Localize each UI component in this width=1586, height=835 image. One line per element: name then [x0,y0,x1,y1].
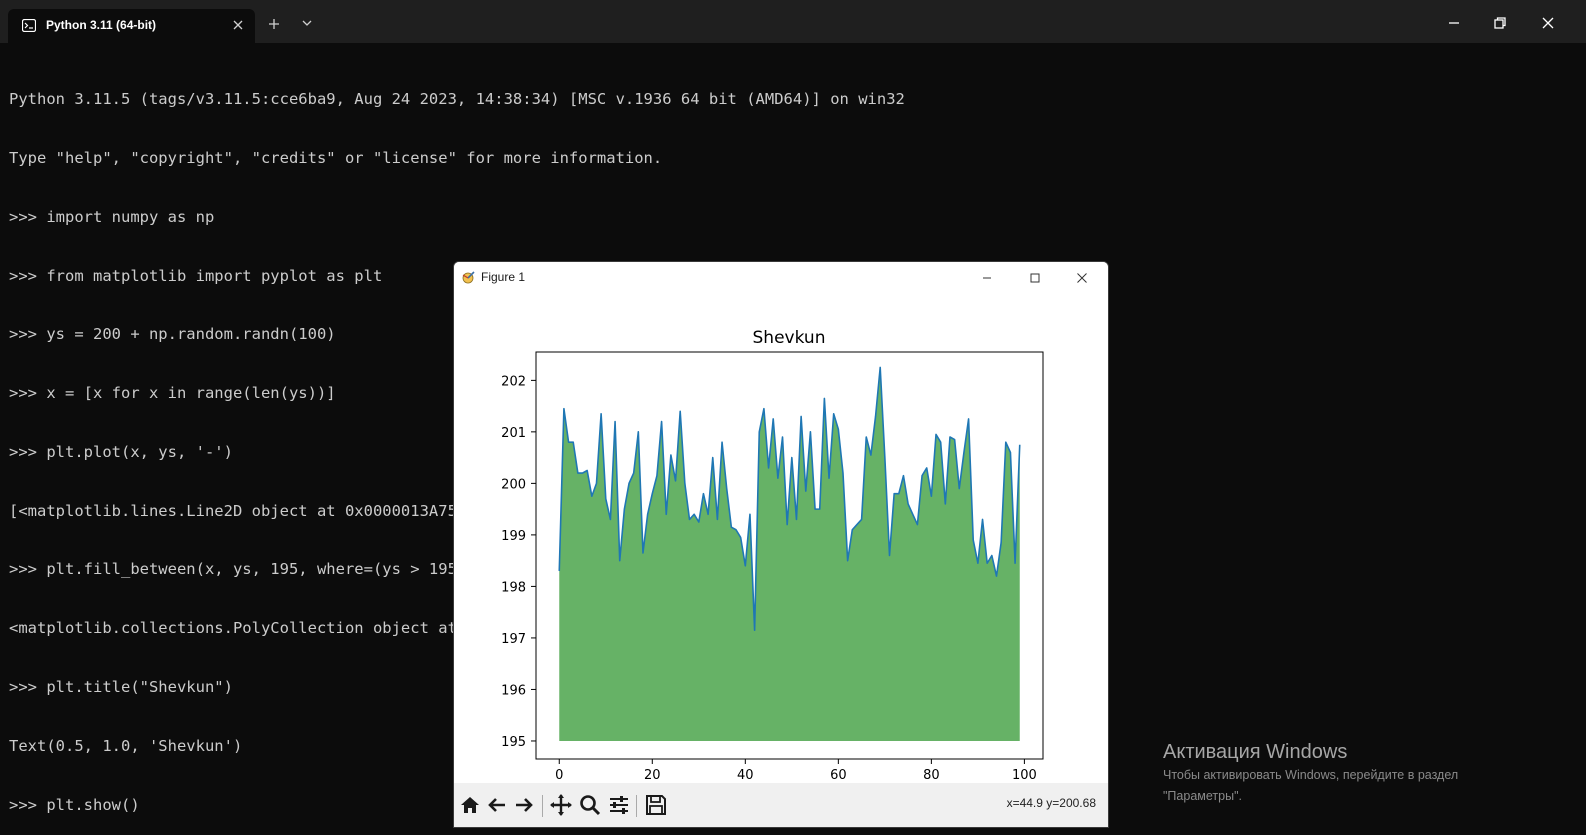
terminal-tab-bar: Python 3.11 (64-bit) [0,0,1586,43]
minimize-icon[interactable] [1444,13,1464,33]
save-icon[interactable] [644,793,668,817]
maximize-icon[interactable] [1026,269,1044,287]
y-tick-label: 200 [501,477,526,492]
y-tick-label: 201 [501,426,526,441]
fill-area [559,367,1020,741]
close-window-icon[interactable] [1538,13,1558,33]
home-icon[interactable] [458,793,482,817]
figure-toolbar: x=44.9 y=200.68 [454,783,1108,827]
forward-arrow-icon[interactable] [512,793,536,817]
console-line: Python 3.11.5 (tags/v3.11.5:cce6ba9, Aug… [9,90,905,109]
close-icon[interactable] [1073,269,1091,287]
configure-subplots-icon[interactable] [607,793,631,817]
y-tick-label: 196 [501,683,526,698]
matplotlib-icon [462,271,475,284]
restore-icon[interactable] [1490,13,1510,33]
toolbar-separator [636,795,637,817]
figure-window[interactable]: Figure 1 Shevkun 0 20 40 60 80 100 195 196 197 19… [453,261,1109,828]
tab-title: Python 3.11 (64-bit) [46,18,157,32]
x-tick-label: 80 [923,768,940,783]
back-arrow-icon[interactable] [485,793,509,817]
chart-marks: 0 20 40 60 80 100 195 196 197 198 199 200 201 202 [501,351,1044,783]
toolbar-separator [542,795,543,817]
activation-line2: "Параметры". [1163,789,1242,803]
y-tick-label: 202 [501,374,526,389]
activation-line1: Чтобы активировать Windows, перейдите в … [1163,768,1459,782]
windows-activation-watermark: Активация Windows Чтобы активировать Win… [1163,739,1458,807]
terminal-tab[interactable]: Python 3.11 (64-bit) [8,9,255,43]
close-tab-icon[interactable] [230,17,246,33]
console-line: >>> import numpy as np [9,207,215,226]
minimize-icon[interactable] [978,269,996,287]
y-tick-label: 195 [501,735,526,750]
y-tick-label: 197 [501,632,526,647]
chart[interactable]: Shevkun 0 20 40 60 80 100 195 196 197 198 199 200 20… [454,293,1108,783]
chevron-down-icon[interactable] [300,16,314,30]
x-tick-label: 100 [1012,768,1037,783]
x-tick-label: 40 [737,768,754,783]
new-tab-icon[interactable] [266,16,282,32]
chart-title: Shevkun [753,328,826,348]
cursor-coordinates: x=44.9 y=200.68 [1006,796,1096,810]
console-line: Type "help", "copyright", "credits" or "… [9,148,663,167]
y-tick-label: 198 [501,580,526,595]
y-tick-label: 199 [501,529,526,544]
x-tick-label: 60 [830,768,847,783]
figure-window-title: Figure 1 [481,270,526,284]
x-tick-label: 20 [644,768,661,783]
pan-icon[interactable] [549,793,573,817]
x-tick-label: 0 [555,768,563,783]
activation-title: Активация Windows [1163,741,1348,763]
plot-canvas[interactable]: Shevkun 0 20 40 60 80 100 195 196 197 198 199 200 20… [454,293,1108,783]
terminal-icon [22,19,36,32]
zoom-icon[interactable] [578,793,602,817]
figure-title-bar[interactable]: Figure 1 [454,262,1108,293]
